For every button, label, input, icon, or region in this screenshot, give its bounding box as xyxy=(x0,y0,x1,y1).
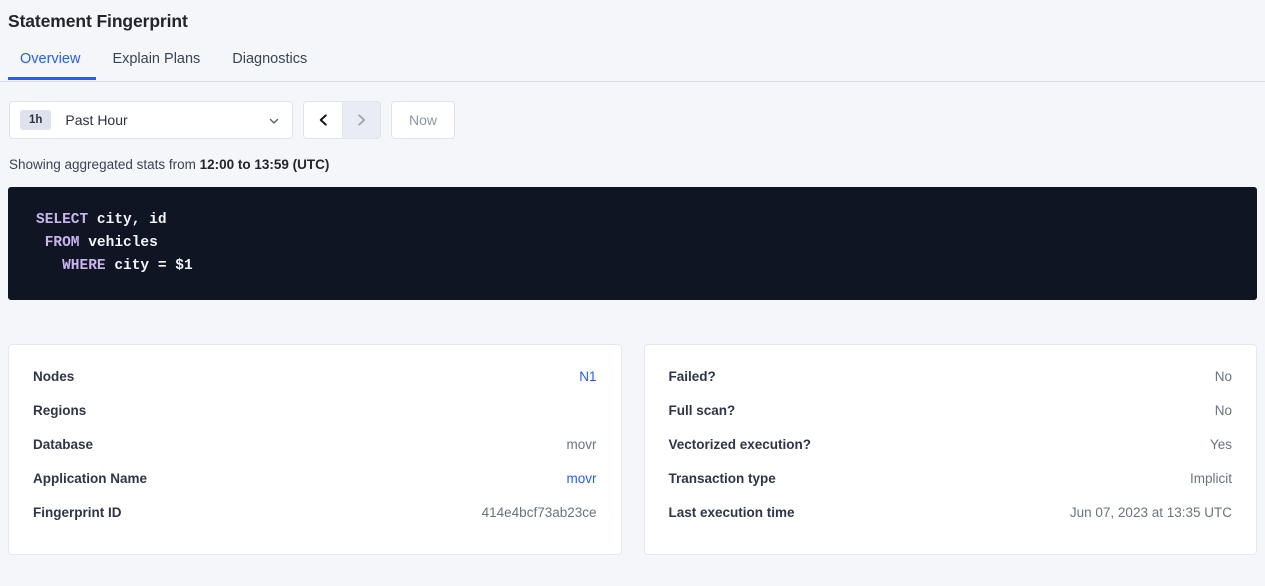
execution-details-card: Failed? No Full scan? No Vectorized executio… xyxy=(644,344,1258,555)
chevron-down-icon xyxy=(268,114,280,126)
sql-keyword: SELECT xyxy=(36,212,88,228)
detail-row-label: Database xyxy=(33,437,93,452)
detail-row-label: Transaction type xyxy=(669,471,776,486)
detail-row-value: Jun 07, 2023 at 13:35 UTC xyxy=(1070,505,1232,520)
sql-keyword: FROM xyxy=(36,235,80,251)
detail-row-label: Vectorized execution? xyxy=(669,437,812,452)
sql-text: city, id xyxy=(88,212,166,228)
aggregation-window-prefix: Showing aggregated stats from xyxy=(9,157,200,172)
detail-row: Fingerprint ID 414e4bcf73ab23ce xyxy=(33,505,597,539)
sql-text: vehicles xyxy=(80,235,158,251)
detail-row-label: Application Name xyxy=(33,471,147,486)
time-range-select[interactable]: 1h Past Hour xyxy=(9,101,293,139)
detail-row: Database movr xyxy=(33,437,597,471)
detail-row-value: No xyxy=(1215,403,1232,418)
page-header: Statement Fingerprint xyxy=(0,0,1265,32)
time-range-badge: 1h xyxy=(20,110,51,130)
detail-row: Application Name movr xyxy=(33,471,597,505)
detail-row: Full scan? No xyxy=(669,403,1233,437)
aggregation-window-text: Showing aggregated stats from 12:00 to 1… xyxy=(0,139,1265,173)
tab-bar: Overview Explain Plans Diagnostics xyxy=(0,49,1265,82)
detail-row-value: No xyxy=(1215,369,1232,384)
detail-row-value: 414e4bcf73ab23ce xyxy=(482,505,597,520)
chevron-right-icon xyxy=(355,112,368,128)
now-button[interactable]: Now xyxy=(391,101,455,139)
tab-overview[interactable]: Overview xyxy=(8,49,96,80)
sql-statement-block: SELECT city, id FROM vehicles WHERE city… xyxy=(8,187,1257,300)
detail-row-label: Nodes xyxy=(33,369,74,384)
sql-statement-code: SELECT city, id FROM vehicles WHERE city… xyxy=(36,209,1257,278)
tab-diagnostics[interactable]: Diagnostics xyxy=(216,49,323,80)
tab-overview-label: Overview xyxy=(20,51,80,67)
detail-row-value: Implicit xyxy=(1190,471,1232,486)
detail-row-label: Regions xyxy=(33,403,86,418)
tab-list: Overview Explain Plans Diagnostics xyxy=(8,49,1265,80)
tab-explain-plans-label: Explain Plans xyxy=(112,51,200,67)
details-cards: NodesN1RegionsDatabasemovrApplication Na… xyxy=(0,300,1265,555)
time-range-label: Past Hour xyxy=(65,112,268,128)
detail-row: Transaction type Implicit xyxy=(669,471,1233,505)
page-title: Statement Fingerprint xyxy=(8,10,1265,32)
detail-row-label: Last execution time xyxy=(669,505,795,520)
detail-row: Regions xyxy=(33,403,597,437)
previous-time-range-button[interactable] xyxy=(304,102,342,138)
time-nav-group xyxy=(303,101,381,139)
chevron-left-icon xyxy=(317,112,330,128)
now-button-label: Now xyxy=(409,112,437,128)
detail-row-value: Yes xyxy=(1210,437,1232,452)
detail-row-label: Failed? xyxy=(669,369,716,384)
sql-keyword: WHERE xyxy=(36,258,106,274)
next-time-range-button[interactable] xyxy=(342,102,380,138)
detail-row-value[interactable]: movr xyxy=(567,471,597,486)
detail-row-label: Fingerprint ID xyxy=(33,505,122,520)
aggregation-window-range: 12:00 to 13:59 (UTC) xyxy=(200,157,330,172)
detail-row-label: Full scan? xyxy=(669,403,736,418)
tab-explain-plans[interactable]: Explain Plans xyxy=(96,49,216,80)
detail-row: Vectorized execution? Yes xyxy=(669,437,1233,471)
statement-details-card: NodesN1RegionsDatabasemovrApplication Na… xyxy=(8,344,622,555)
detail-row-value: movr xyxy=(567,437,597,452)
time-range-controls: 1h Past Hour Now xyxy=(0,82,1265,139)
detail-row: Last execution time Jun 07, 2023 at 13:35… xyxy=(669,505,1233,539)
detail-row-value[interactable]: N1 xyxy=(579,369,596,384)
detail-row: Nodes N1 xyxy=(33,369,597,403)
detail-row: Failed? No xyxy=(669,369,1233,403)
sql-text: city = $1 xyxy=(106,258,193,274)
tab-diagnostics-label: Diagnostics xyxy=(232,51,307,67)
